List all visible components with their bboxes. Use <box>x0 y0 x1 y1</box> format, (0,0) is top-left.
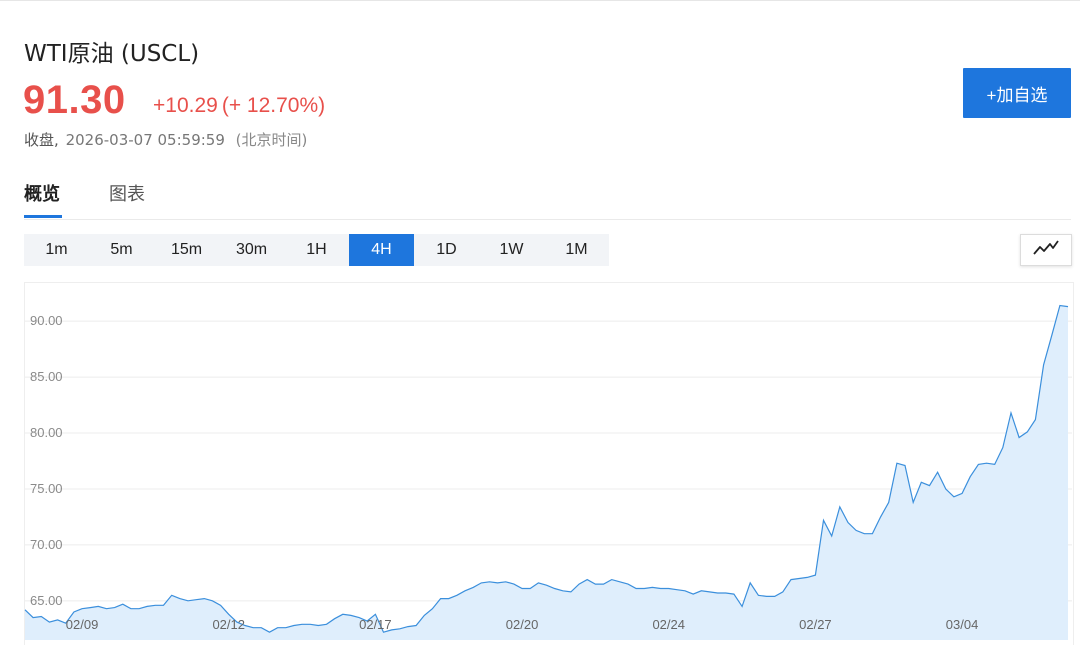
market-status: 收盘, 2026-03-07 05:59:59 (北京时间) <box>24 129 307 150</box>
status-label: 收盘, <box>24 131 59 149</box>
price-change: +10.29 (+ 12.70%) <box>153 94 325 118</box>
active-tab-indicator <box>24 215 62 218</box>
period-1m-button[interactable]: 1m <box>24 234 89 266</box>
period-selector: 1m 5m 15m 30m 1H 4H 1D 1W 1M <box>24 234 609 266</box>
period-1mo-button[interactable]: 1M <box>544 234 609 266</box>
tabs-divider <box>24 219 1071 220</box>
instrument-title: WTI原油 (USCL) <box>24 41 200 67</box>
tab-chart[interactable]: 图表 <box>109 180 145 206</box>
last-price: 91.30 <box>23 78 126 122</box>
period-1w-button[interactable]: 1W <box>479 234 544 266</box>
period-5m-button[interactable]: 5m <box>89 234 154 266</box>
top-divider <box>0 0 1080 1</box>
period-15m-button[interactable]: 15m <box>154 234 219 266</box>
tab-overview[interactable]: 概览 <box>24 180 60 206</box>
add-watchlist-button[interactable]: +加自选 <box>963 68 1071 118</box>
period-1d-button[interactable]: 1D <box>414 234 479 266</box>
period-30m-button[interactable]: 30m <box>219 234 284 266</box>
status-timestamp: 2026-03-07 05:59:59 <box>65 131 225 149</box>
change-value: +10.29 <box>153 94 218 117</box>
period-1h-button[interactable]: 1H <box>284 234 349 266</box>
chart-type-button[interactable] <box>1020 234 1072 266</box>
change-percent: (+ 12.70%) <box>221 94 326 117</box>
line-chart-icon <box>1033 240 1059 260</box>
period-4h-button[interactable]: 4H <box>349 234 414 266</box>
price-chart-frame <box>24 282 1074 645</box>
status-timezone: (北京时间) <box>235 131 308 149</box>
